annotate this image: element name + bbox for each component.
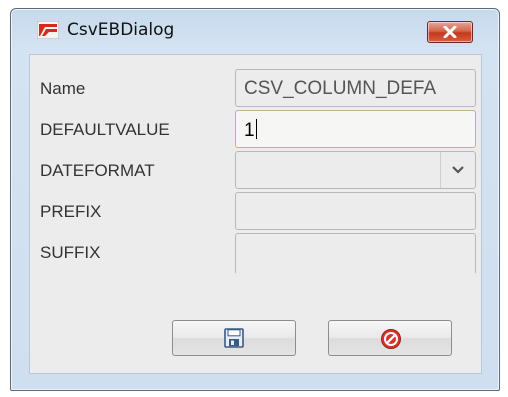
name-field: CSV_COLUMN_DEFA: [235, 69, 476, 107]
close-icon: [443, 26, 457, 38]
app-logo-icon: [36, 20, 60, 40]
defaultvalue-row: DEFAULTVALUE 1: [30, 110, 481, 150]
cancel-button[interactable]: [328, 320, 452, 356]
text-cursor: [255, 119, 257, 139]
window-title: CsvEBDialog: [67, 20, 175, 40]
dialog-bottom-edge: [29, 374, 482, 382]
prefix-label: PREFIX: [40, 202, 102, 221]
chevron-down-icon: [452, 166, 464, 174]
suffix-input[interactable]: [235, 233, 476, 273]
defaultvalue-label: DEFAULTVALUE: [40, 120, 170, 139]
suffix-row: SUFFIX: [30, 233, 481, 273]
dateformat-combobox[interactable]: [235, 151, 476, 189]
prefix-input[interactable]: [235, 192, 476, 230]
name-row: Name CSV_COLUMN_DEFA: [30, 69, 481, 109]
suffix-label: SUFFIX: [40, 243, 101, 262]
defaultvalue-text: 1: [244, 120, 255, 141]
csv-eb-dialog: CsvEBDialog Name CSV_COLUMN_DEFA DEFAULT…: [10, 8, 500, 391]
prefix-row: PREFIX: [30, 192, 481, 232]
defaultvalue-input[interactable]: 1: [235, 110, 476, 148]
close-button[interactable]: [427, 21, 473, 43]
save-button[interactable]: [172, 320, 296, 356]
cancel-icon: [381, 329, 401, 349]
dateformat-row: DATEFORMAT: [30, 151, 481, 191]
dropdown-toggle[interactable]: [440, 152, 475, 188]
dateformat-label: DATEFORMAT: [40, 161, 155, 180]
title-bar[interactable]: CsvEBDialog: [11, 9, 499, 47]
name-label: Name: [40, 79, 86, 98]
dialog-content: Name CSV_COLUMN_DEFA DEFAULTVALUE 1 DATE…: [29, 54, 482, 374]
floppy-disk-icon: [224, 328, 244, 348]
